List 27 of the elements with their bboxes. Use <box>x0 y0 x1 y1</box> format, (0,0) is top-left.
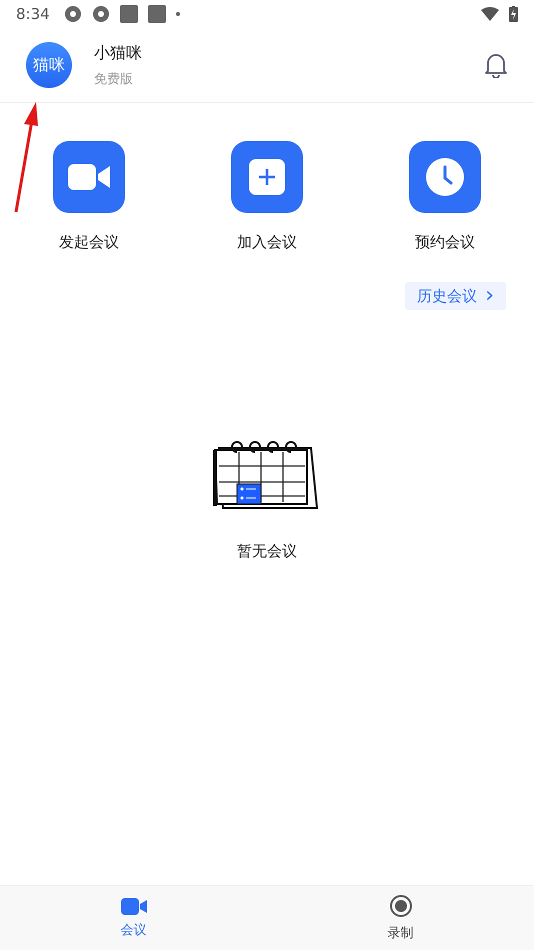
bottom-tab[interactable]: 会议 <box>0 886 267 950</box>
app-notification-icon <box>92 5 110 23</box>
clock-icon <box>426 158 464 196</box>
action-button[interactable] <box>231 141 303 213</box>
bell-icon[interactable] <box>484 52 508 78</box>
video-camera-icon <box>68 164 110 190</box>
status-time: 8:34 <box>16 5 50 23</box>
user-name: 小猫咪 <box>94 42 143 64</box>
action-button[interactable] <box>53 141 125 213</box>
dot-icon <box>176 12 180 16</box>
wifi-icon <box>481 7 499 21</box>
plus-icon <box>249 159 285 195</box>
empty-message: 暂无会议 <box>237 542 297 561</box>
action-button[interactable] <box>409 141 481 213</box>
battery-charging-icon <box>509 6 518 22</box>
app-notification-icon <box>148 5 166 23</box>
avatar[interactable]: 猫咪 <box>26 42 72 88</box>
history-button[interactable]: 历史会议 › <box>405 282 506 310</box>
action-label: 发起会议 <box>59 233 119 252</box>
plan-label: 免费版 <box>94 70 134 88</box>
record-icon <box>388 894 412 918</box>
app-notification-icon <box>64 5 82 23</box>
app-notification-icon <box>120 5 138 23</box>
bottom-tab[interactable]: 录制 <box>267 886 534 950</box>
action-label: 加入会议 <box>237 233 297 252</box>
video-camera-icon <box>120 898 146 914</box>
action-label: 预约会议 <box>415 233 475 252</box>
